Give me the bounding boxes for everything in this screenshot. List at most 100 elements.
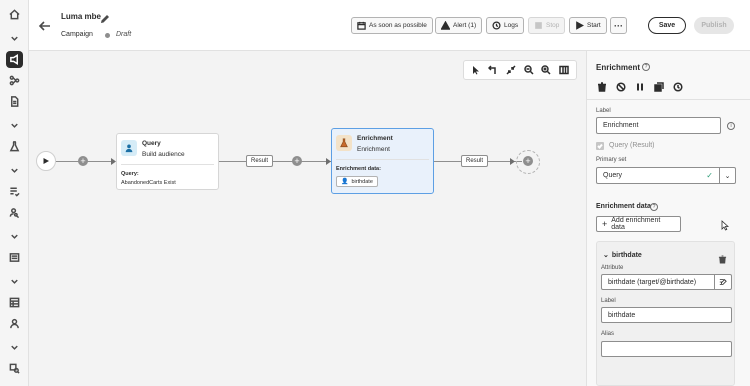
- warning-icon: [441, 21, 450, 30]
- add-enrichment-data-button[interactable]: + Add enrichment data: [596, 216, 681, 232]
- delete-icon[interactable]: [718, 251, 727, 264]
- status-label: Draft: [116, 31, 132, 38]
- schedule-button[interactable]: As soon as possible: [351, 17, 433, 34]
- stop-button[interactable]: Stop: [528, 17, 566, 34]
- add-activity-icon[interactable]: +: [292, 156, 302, 166]
- start-button[interactable]: Start: [569, 17, 607, 34]
- play-icon: [576, 21, 584, 30]
- chevron-down-icon[interactable]: ⌄: [603, 251, 609, 259]
- header: Luma mbe Campaign Draft As soon as possi…: [29, 0, 750, 51]
- chevron-down-icon[interactable]: ⌄: [719, 168, 735, 183]
- label-caption: Label: [601, 298, 616, 304]
- checklist-icon[interactable]: [6, 183, 23, 200]
- attribute-input[interactable]: birthdate (target/@birthdate): [601, 274, 732, 290]
- enrichment-node-title: Enrichment: [357, 135, 393, 142]
- check-icon: ✓: [706, 171, 713, 180]
- info-icon[interactable]: i: [727, 122, 735, 130]
- left-nav: [0, 0, 29, 386]
- ellipsis-icon: ···: [614, 20, 623, 31]
- label-caption: Label: [596, 108, 611, 114]
- chevron-down-icon[interactable]: [6, 273, 23, 290]
- chevron-down-icon[interactable]: [6, 30, 23, 47]
- move-icon[interactable]: [488, 65, 499, 76]
- item-label-input[interactable]: birthdate: [601, 307, 732, 323]
- plus-icon: +: [602, 219, 608, 229]
- play-icon: [43, 158, 49, 164]
- result-transition[interactable]: Result: [461, 155, 488, 167]
- enrichment-flask-icon: [336, 135, 352, 151]
- more-options-button[interactable]: ···: [610, 17, 627, 34]
- collapse-icon[interactable]: [506, 65, 517, 76]
- help-icon[interactable]: ?: [650, 203, 658, 211]
- mouse-cursor-icon: [721, 218, 730, 231]
- campaign-type: Campaign: [61, 31, 93, 38]
- chevron-down-icon[interactable]: [6, 228, 23, 245]
- chevron-down-icon[interactable]: [6, 162, 23, 179]
- query-node-title: Query: [142, 140, 161, 147]
- primary-set-select[interactable]: Query ✓ ⌄: [596, 167, 736, 184]
- result-transition[interactable]: Result: [246, 155, 273, 167]
- workflow-canvas[interactable]: + Query Build audience Query: AbandonedC…: [29, 51, 586, 386]
- disable-icon[interactable]: [615, 81, 627, 92]
- enrichment-node-subtitle: Enrichment: [357, 146, 390, 153]
- zoom-in-icon[interactable]: [541, 65, 552, 76]
- query-node[interactable]: Query Build audience Query: AbandonedCar…: [116, 133, 219, 190]
- zoom-out-icon[interactable]: [523, 65, 534, 76]
- pencil-icon[interactable]: [100, 11, 110, 23]
- divider: [121, 164, 214, 165]
- help-icon[interactable]: ?: [642, 63, 650, 71]
- query-node-subtitle: Build audience: [142, 151, 185, 158]
- home-icon[interactable]: [6, 6, 23, 23]
- settings-search-icon[interactable]: [6, 360, 23, 377]
- alias-input[interactable]: [601, 341, 732, 357]
- enrichment-field-label: Enrichment data:: [336, 166, 381, 172]
- save-button[interactable]: Save: [648, 17, 686, 34]
- query-field-label: Query:: [121, 171, 139, 177]
- delete-icon[interactable]: [596, 81, 608, 92]
- document-icon[interactable]: [6, 93, 23, 110]
- query-result-checkbox[interactable]: [596, 142, 604, 150]
- enrichment-node[interactable]: Enrichment Enrichment Enrichment data: 👤…: [331, 128, 434, 194]
- chevron-down-icon[interactable]: [6, 117, 23, 134]
- alias-caption: Alias: [601, 331, 615, 337]
- template-icon[interactable]: [6, 249, 23, 266]
- campaign-title: Luma mbe: [61, 12, 102, 21]
- edit-expression-icon[interactable]: [714, 275, 731, 289]
- stop-icon: [535, 22, 542, 29]
- connector-line: [219, 161, 331, 162]
- enrichment-item-header[interactable]: ⌄ birthdate: [603, 251, 642, 260]
- divider: [587, 99, 750, 100]
- minimap-icon[interactable]: [559, 65, 570, 76]
- query-field-value: AbandonedCarts Exist: [121, 180, 176, 186]
- audience-icon[interactable]: [6, 315, 23, 332]
- query-icon: [121, 140, 137, 156]
- profile-search-icon[interactable]: [6, 204, 23, 221]
- enrichment-chip: 👤 birthdate: [336, 176, 378, 187]
- start-node[interactable]: [36, 151, 56, 171]
- panel-title: Enrichment: [596, 63, 641, 72]
- label-input[interactable]: Enrichment: [596, 117, 721, 134]
- enrichment-item-card: ⌄ birthdate Attribute birthdate (target/…: [596, 241, 735, 386]
- add-activity-icon[interactable]: +: [523, 156, 533, 166]
- query-result-label: Query (Result): [609, 142, 655, 149]
- panel-actions: [596, 81, 684, 92]
- primary-set-caption: Primary set: [596, 157, 627, 163]
- arrow-head: [510, 158, 515, 165]
- add-activity-icon[interactable]: +: [78, 156, 88, 166]
- campaigns-icon[interactable]: [6, 51, 23, 68]
- table-icon[interactable]: [6, 294, 23, 311]
- history-icon[interactable]: [672, 81, 684, 92]
- select-cursor-icon[interactable]: [470, 65, 481, 76]
- enrichment-data-title: Enrichment data: [596, 203, 651, 210]
- flask-icon[interactable]: [6, 138, 23, 155]
- logs-button[interactable]: Logs: [486, 17, 525, 34]
- chevron-down-icon[interactable]: [6, 339, 23, 356]
- history-icon: [492, 21, 501, 30]
- publish-button[interactable]: Publish: [694, 17, 734, 34]
- journeys-icon[interactable]: [6, 72, 23, 89]
- attribute-icon: 👤: [341, 179, 349, 185]
- pause-icon[interactable]: [634, 81, 646, 92]
- copy-icon[interactable]: [653, 81, 665, 92]
- alert-button[interactable]: Alert (1): [435, 17, 483, 34]
- back-arrow-icon[interactable]: [38, 19, 52, 33]
